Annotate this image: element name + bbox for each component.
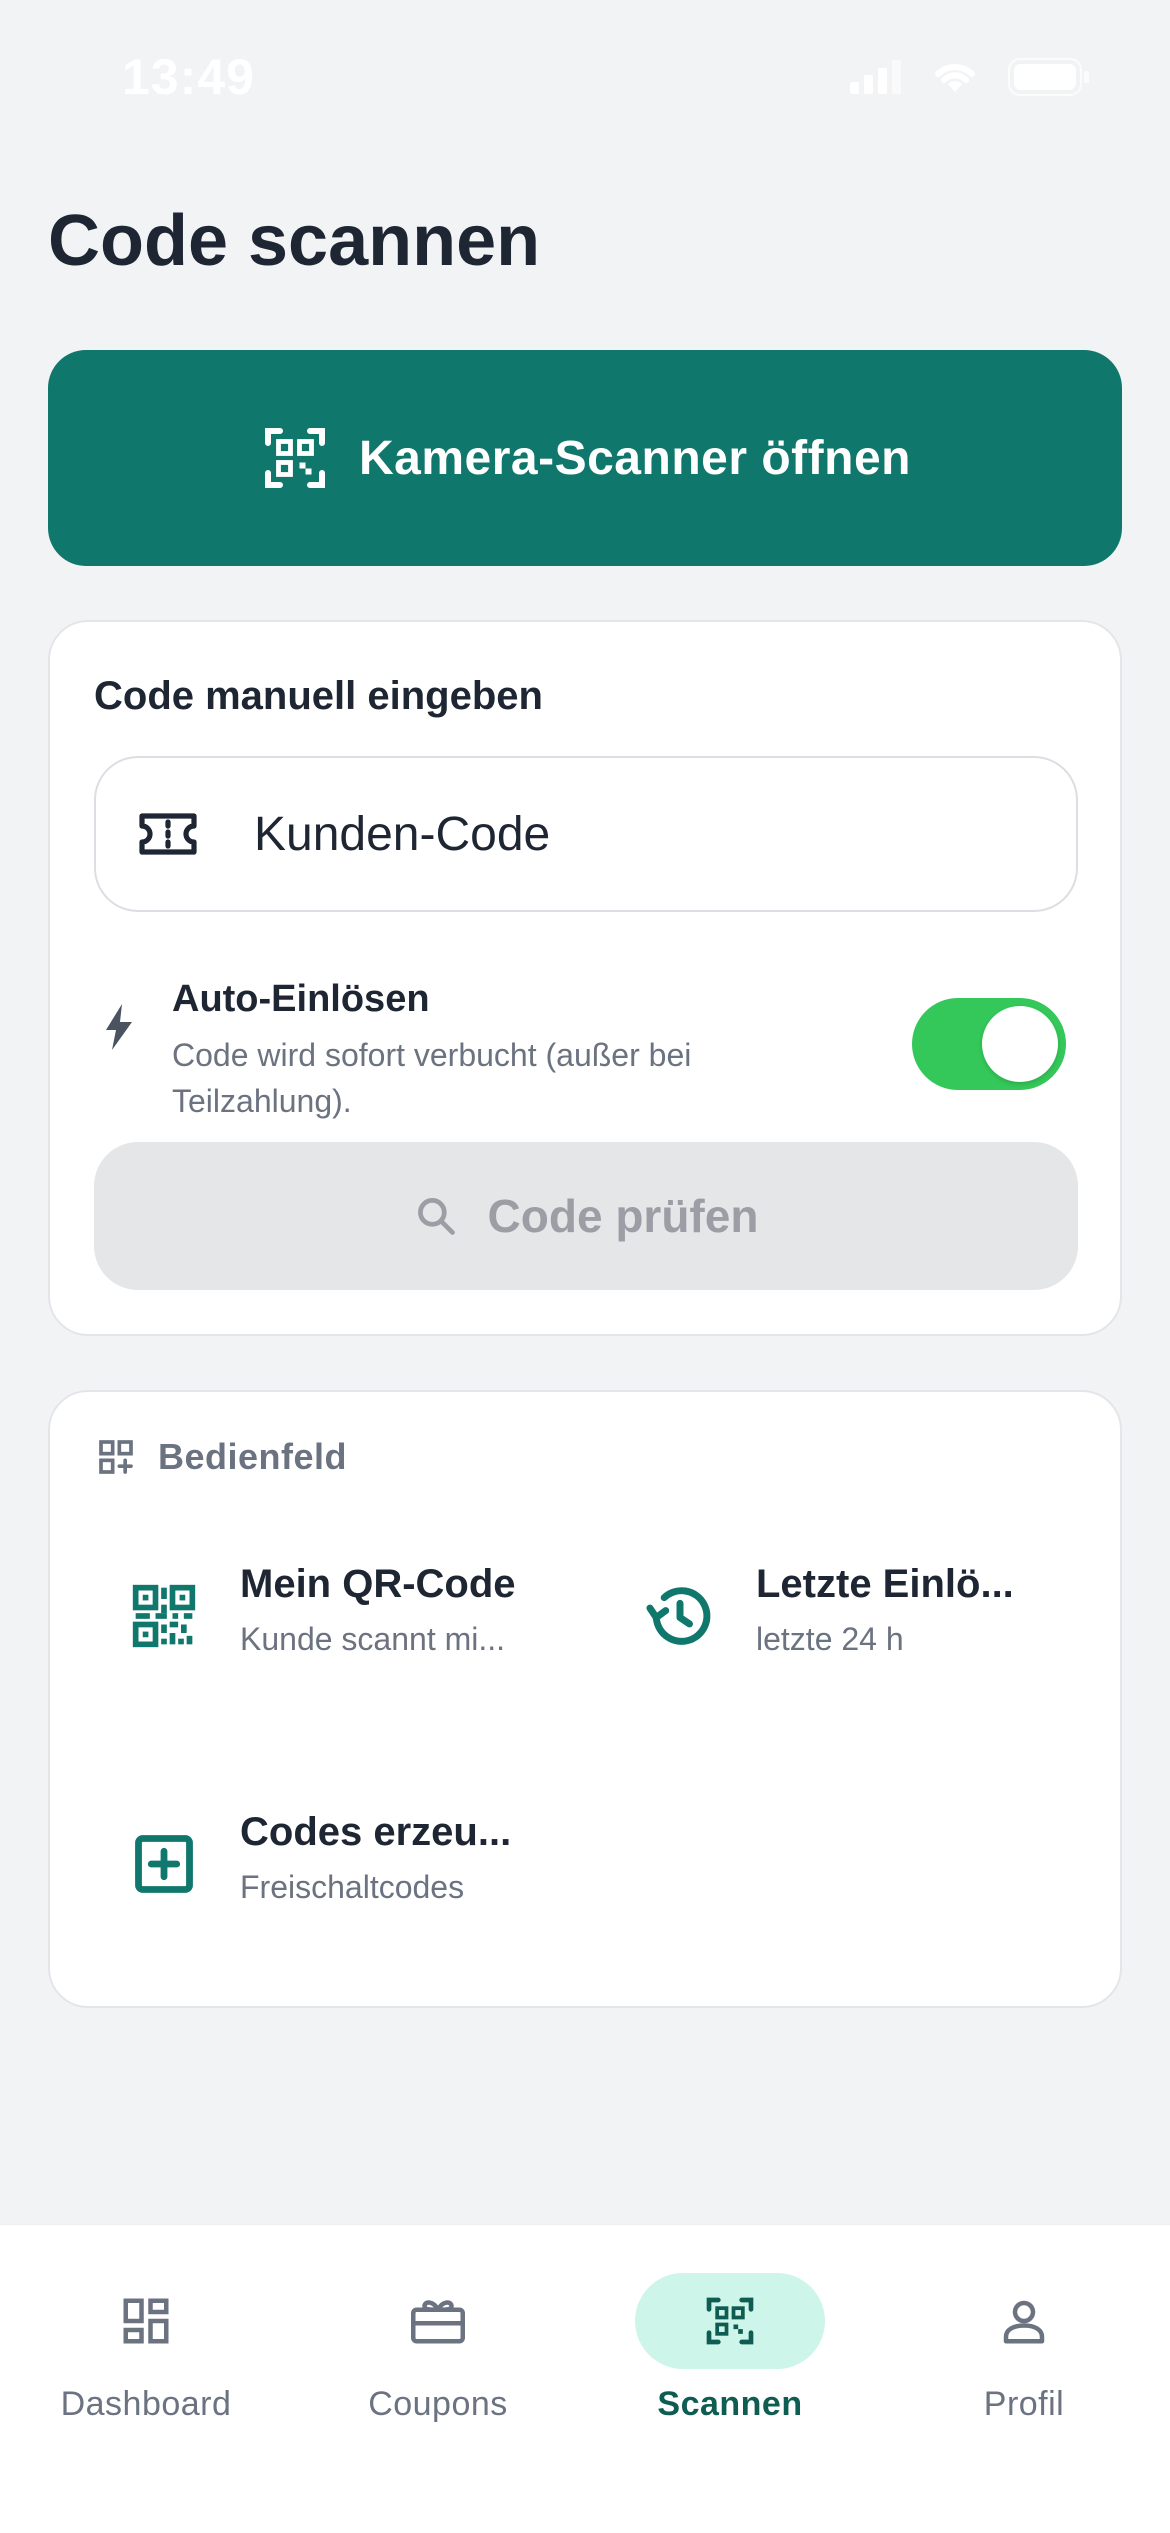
history-icon [640,1576,720,1656]
search-icon [417,1198,455,1235]
ticket-icon [136,809,200,859]
qr-scan-icon [265,428,325,488]
customer-code-field[interactable] [94,756,1078,912]
qr-code-icon [124,1576,204,1656]
check-code-label: Code prüfen [487,1190,759,1242]
nav-label: Profil [983,2385,1065,2423]
person-icon [929,2273,1119,2369]
tile-subtitle: Freischaltcodes [240,1869,465,1905]
nav-item-scannen[interactable]: Scannen [600,2249,860,2429]
wifi-icon [935,63,975,92]
open-camera-scanner-label: Kamera-Scanner öffnen [359,431,911,485]
tile-title: Mein QR-Code [240,1562,516,1606]
auto-redeem-description: Code wird sofort verbucht (außer bei Tei… [172,1037,692,1119]
nav-item-dashboard[interactable]: Dashboard [16,2249,276,2429]
manual-entry-card: Code manuell eingeben Auto-Einlösen Code… [48,620,1122,1336]
cellular-signal-icon [850,60,901,94]
dashboard-icon [51,2273,241,2369]
nav-label: Dashboard [60,2385,232,2423]
tile-subtitle: letzte 24 h [756,1621,904,1657]
tile-title: Codes erzeu... [240,1810,512,1854]
gift-card-icon [343,2273,533,2369]
tile-my-qr-code[interactable]: Mein QR-Code Kunde scannt mi... [124,1562,564,1722]
nav-item-profil[interactable]: Profil [894,2249,1154,2429]
auto-redeem-row: Auto-Einlösen Code wird sofort verbucht … [94,952,1078,1119]
qr-scan-icon [635,2273,825,2369]
nav-item-coupons[interactable]: Coupons [308,2249,568,2429]
status-icons [850,58,1090,96]
nav-label: Scannen [657,2385,803,2423]
manual-entry-title: Code manuell eingeben [94,674,543,718]
bolt-icon [104,1004,134,1055]
control-panel-header: Bedienfeld [96,1436,347,1478]
auto-redeem-toggle[interactable] [912,998,1066,1090]
control-panel-card: Bedienfeld Mein QR-Code Kunde scannt mi.… [48,1390,1122,2008]
tile-subtitle: Kunde scannt mi... [240,1621,506,1657]
tile-recent-redemptions[interactable]: Letzte Einlö... letzte 24 h [640,1562,1080,1722]
bottom-navigation: Dashboard Coupons Scannen Profil [0,2224,1170,2533]
status-bar: 13:49 [0,0,1170,150]
customer-code-input[interactable] [252,805,1016,863]
nav-label: Coupons [368,2385,508,2423]
tile-title: Letzte Einlö... [756,1562,1014,1606]
check-code-button[interactable]: Code prüfen [94,1142,1078,1290]
status-time: 13:49 [122,49,255,105]
toggle-knob [982,1006,1058,1082]
add-box-icon [124,1824,204,1904]
page-title: Code scannen [48,201,541,281]
widgets-add-icon [99,1440,133,1474]
auto-redeem-title: Auto-Einlösen [172,978,430,1020]
control-panel-title: Bedienfeld [158,1436,348,1477]
battery-icon [1008,58,1089,96]
open-camera-scanner-button[interactable]: Kamera-Scanner öffnen [48,350,1122,566]
tile-generate-codes[interactable]: Codes erzeu... Freischaltcodes [124,1810,564,1970]
